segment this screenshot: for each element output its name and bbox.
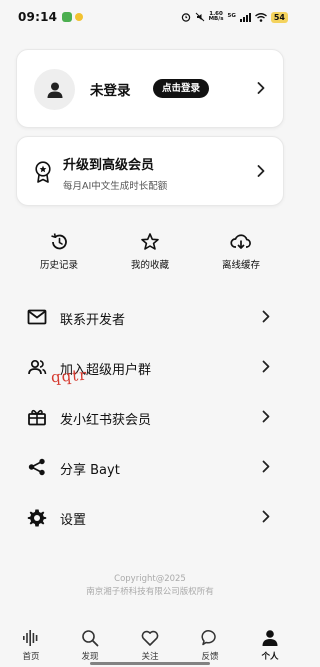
quick-action-label: 离线缓存 [221,260,260,271]
chevron-right-icon [257,165,265,177]
person-icon [262,630,278,646]
chat-icon [201,629,216,646]
star-icon [141,233,159,250]
nav-tab-label: 首页 [22,652,40,662]
premium-subtitle: 每月AI中文生成时长配额 [63,181,168,192]
mute-icon [195,12,204,22]
signal-icon [239,12,251,22]
login-status-title: 未登录 [90,83,131,99]
status-time: 09:14 [18,10,58,24]
share-icon [28,458,45,476]
group-icon [28,359,47,375]
quick-action-history[interactable]: 历史记录 [24,232,94,271]
battery-indicator: 54 [270,11,288,23]
avatar [34,69,75,110]
premium-upgrade-card[interactable]: 升级到高级会员 每月AI中文生成时长配额 [16,136,284,206]
company-text: 南京湘子桥科技有限公司版权所有 [86,587,214,597]
nav-tab-home[interactable]: 首页 [11,629,51,662]
status-indicators: 1.60 MB/s 5G 54 [181,10,288,23]
menu-item-label: 联系开发者 [60,313,126,328]
nav-tab-profile[interactable]: 个人 [250,629,290,662]
wifi-icon [254,12,267,22]
waveform-icon [23,630,38,646]
chevron-right-icon [262,410,270,423]
nav-tab-label: 发现 [81,652,99,662]
chevron-right-icon [257,82,265,94]
chevron-right-icon [262,310,270,323]
quick-actions: 历史记录 我的收藏 离线缓存 [0,232,300,276]
nav-tab-label: 反馈 [201,652,219,662]
premium-title: 升级到高级会员 [63,158,155,173]
history-icon [51,233,67,250]
chevron-right-icon [262,460,270,473]
network-type: 5G [227,13,236,20]
menu-item-label: 分享 Bayt [60,463,120,478]
login-button[interactable]: 点击登录 [153,79,210,98]
handwritten-annotation: qqtr [50,365,88,387]
copyright-text: Copyright@2025 [114,574,186,584]
menu-item-contact-developer[interactable]: 联系开发者 [0,298,300,338]
quick-action-label: 我的收藏 [130,260,169,271]
mail-icon [27,309,47,325]
menu-item-label: 设置 [60,513,87,528]
cloud-download-icon [230,234,251,249]
heart-icon [141,630,159,646]
quick-action-favorites[interactable]: 我的收藏 [115,232,185,271]
quick-action-label: 历史记录 [39,260,78,271]
status-bar: 09:14 1.60 MB/s 5G 54 [0,0,300,34]
menu-item-join-group[interactable]: 加入超级用户群 [0,348,300,388]
copyright-footer: Copyright@2025 南京湘子桥科技有限公司版权所有 [0,573,300,599]
menu-item-label: 发小红书获会员 [60,413,152,428]
gear-icon [27,509,47,527]
quick-action-offline-cache[interactable]: 离线缓存 [206,232,276,271]
medal-icon [35,161,51,183]
gift-icon [28,409,46,426]
home-indicator[interactable] [90,662,210,665]
menu-item-share[interactable]: 分享 Bayt [0,448,300,488]
chevron-right-icon [262,360,270,373]
person-icon [47,82,62,98]
nav-tab-discover[interactable]: 发现 [70,629,110,662]
nav-tab-label: 关注 [141,652,159,662]
alarm-icon [181,13,190,22]
app-notification-icon [62,12,73,22]
nav-tab-label: 个人 [261,652,279,662]
app-notification-icon-2 [75,13,84,21]
chevron-right-icon [262,510,270,523]
menu-item-xiaohongshu-membership[interactable]: 发小红书获会员 [0,398,300,438]
status-notification-icons [62,12,84,22]
nav-tab-follow[interactable]: 关注 [130,629,170,662]
login-card[interactable]: 未登录 点击登录 [16,49,284,128]
bottom-navigation: 首页 发现 关注 反馈 个人 [0,624,300,667]
nav-tab-feedback[interactable]: 反馈 [190,629,230,662]
menu-item-settings[interactable]: 设置 [0,498,300,538]
search-icon [82,630,99,647]
network-speed: 1.60 MB/s [208,10,224,22]
